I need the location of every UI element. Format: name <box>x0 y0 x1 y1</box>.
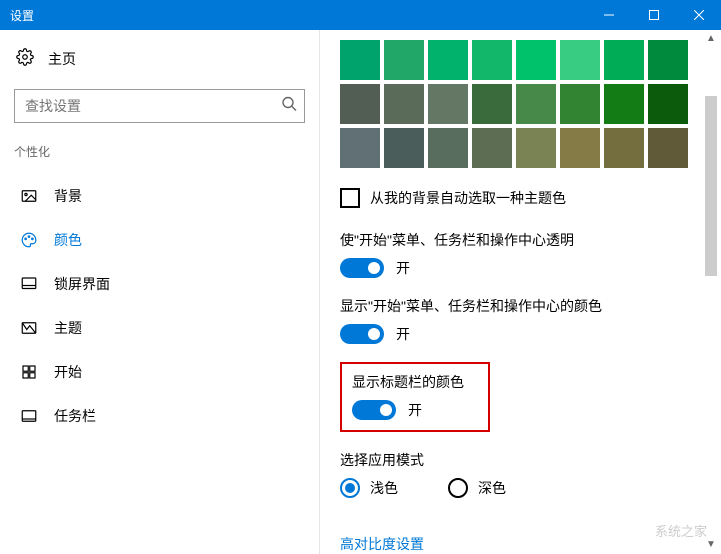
app-mode-light-radio[interactable]: 浅色 <box>340 478 398 498</box>
sidebar-item-colors[interactable]: 颜色 <box>14 218 305 262</box>
toggle-state: 开 <box>396 324 410 344</box>
scroll-thumb[interactable] <box>705 96 717 276</box>
sidebar-item-taskbar[interactable]: 任务栏 <box>14 394 305 438</box>
search-icon <box>281 96 297 117</box>
color-swatch[interactable] <box>648 128 688 168</box>
sidebar-item-label: 开始 <box>54 362 82 382</box>
home-row[interactable]: 主页 <box>14 48 305 69</box>
sidebar-item-themes[interactable]: 主题 <box>14 306 305 350</box>
color-swatch[interactable] <box>428 84 468 124</box>
app-mode-setting: 选择应用模式 浅色 深色 <box>340 450 701 498</box>
color-swatch[interactable] <box>340 128 380 168</box>
color-swatch[interactable] <box>648 40 688 80</box>
show-titlebar-color-highlight: 显示标题栏的颜色 开 <box>340 362 490 432</box>
color-swatch[interactable] <box>340 40 380 80</box>
show-titlebar-color-label: 显示标题栏的颜色 <box>352 372 478 392</box>
color-swatch[interactable] <box>604 128 644 168</box>
section-label: 个性化 <box>14 143 305 160</box>
color-swatch[interactable] <box>604 40 644 80</box>
color-swatch[interactable] <box>604 84 644 124</box>
maximize-button[interactable] <box>631 0 676 30</box>
app-mode-dark-radio[interactable]: 深色 <box>448 478 506 498</box>
themes-icon <box>20 319 38 337</box>
sidebar-item-label: 颜色 <box>54 230 82 250</box>
search-wrap <box>14 89 305 123</box>
show-color-taskbar-label: 显示"开始"菜单、任务栏和操作中心的颜色 <box>340 296 701 316</box>
color-swatch[interactable] <box>428 128 468 168</box>
show-color-taskbar-setting: 显示"开始"菜单、任务栏和操作中心的颜色 开 <box>340 296 701 344</box>
titlebar: 设置 <box>0 0 721 30</box>
color-swatch[interactable] <box>560 40 600 80</box>
lockscreen-icon <box>20 275 38 293</box>
toggle-state: 开 <box>408 400 422 420</box>
content: 主页 个性化 背景 颜色 锁屏界面 主题 开始 <box>0 30 721 554</box>
close-button[interactable] <box>676 0 721 30</box>
show-titlebar-color-toggle[interactable] <box>352 400 396 420</box>
radio-label: 深色 <box>478 478 506 498</box>
sidebar-item-background[interactable]: 背景 <box>14 174 305 218</box>
color-swatch[interactable] <box>560 128 600 168</box>
color-swatch[interactable] <box>384 128 424 168</box>
color-swatch[interactable] <box>340 84 380 124</box>
home-label: 主页 <box>48 49 76 69</box>
sidebar-item-label: 锁屏界面 <box>54 274 110 294</box>
palette-icon <box>20 231 38 249</box>
auto-pick-checkbox[interactable] <box>340 188 360 208</box>
scrollbar: ▲ ▼ <box>703 30 719 552</box>
start-icon <box>20 363 38 381</box>
color-swatch[interactable] <box>428 40 468 80</box>
sidebar-item-label: 任务栏 <box>54 406 96 426</box>
picture-icon <box>20 187 38 205</box>
main-panel: 从我的背景自动选取一种主题色 使"开始"菜单、任务栏和操作中心透明 开 显示"开… <box>320 30 721 554</box>
color-swatch[interactable] <box>472 40 512 80</box>
show-color-taskbar-toggle[interactable] <box>340 324 384 344</box>
sidebar-item-label: 主题 <box>54 318 82 338</box>
color-swatch[interactable] <box>648 84 688 124</box>
sidebar-item-start[interactable]: 开始 <box>14 350 305 394</box>
scroll-track[interactable] <box>703 46 719 536</box>
scroll-up-arrow[interactable]: ▲ <box>703 30 719 46</box>
scroll-down-arrow[interactable]: ▼ <box>703 536 719 552</box>
radio-label: 浅色 <box>370 478 398 498</box>
taskbar-icon <box>20 407 38 425</box>
color-swatch[interactable] <box>516 128 556 168</box>
search-input[interactable] <box>14 89 305 123</box>
high-contrast-link[interactable]: 高对比度设置 <box>340 534 424 554</box>
sidebar: 主页 个性化 背景 颜色 锁屏界面 主题 开始 <box>0 30 320 554</box>
app-mode-label: 选择应用模式 <box>340 450 701 470</box>
sidebar-item-label: 背景 <box>54 186 82 206</box>
color-swatch[interactable] <box>472 128 512 168</box>
transparency-label: 使"开始"菜单、任务栏和操作中心透明 <box>340 230 701 250</box>
window-title: 设置 <box>10 7 586 24</box>
radio-icon <box>448 478 468 498</box>
auto-pick-label: 从我的背景自动选取一种主题色 <box>370 188 566 208</box>
color-swatch[interactable] <box>516 40 556 80</box>
minimize-button[interactable] <box>586 0 631 30</box>
color-swatch[interactable] <box>472 84 512 124</box>
color-swatch[interactable] <box>384 40 424 80</box>
auto-pick-row: 从我的背景自动选取一种主题色 <box>340 188 701 208</box>
gear-icon <box>16 48 34 69</box>
toggle-state: 开 <box>396 258 410 278</box>
color-swatch[interactable] <box>516 84 556 124</box>
transparency-setting: 使"开始"菜单、任务栏和操作中心透明 开 <box>340 230 701 278</box>
color-swatch[interactable] <box>560 84 600 124</box>
sidebar-item-lockscreen[interactable]: 锁屏界面 <box>14 262 305 306</box>
transparency-toggle[interactable] <box>340 258 384 278</box>
color-swatch[interactable] <box>384 84 424 124</box>
radio-icon <box>340 478 360 498</box>
accent-color-grid <box>340 40 701 168</box>
